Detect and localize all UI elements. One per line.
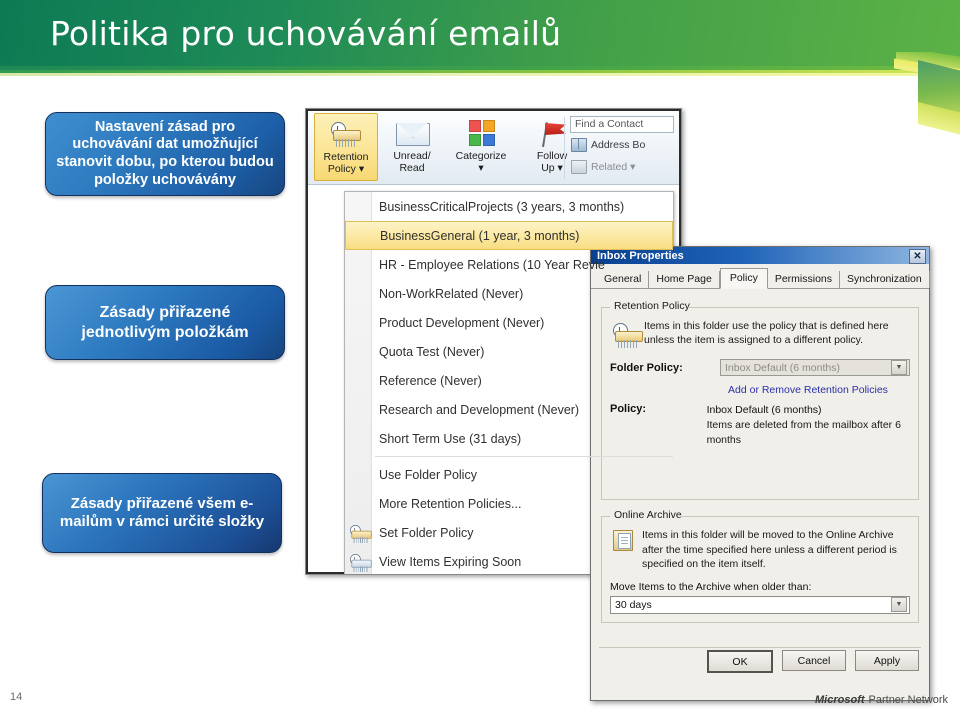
related-icon: [571, 160, 587, 174]
menu-item-label: Use Folder Policy: [379, 467, 477, 482]
close-icon[interactable]: ✕: [909, 249, 926, 264]
outlook-screenshot: Retention Policy ▾ Unread/ Read Categori…: [305, 108, 682, 575]
menu-item-use-folder-policy[interactable]: Use Folder Policy: [345, 460, 673, 489]
dialog-divider: [599, 647, 921, 648]
callout-folder-policies: Zásady přiřazené všem e-mailům v rámci u…: [42, 473, 282, 553]
address-book-icon: [571, 138, 587, 152]
unread-read-label: Unread/ Read: [393, 150, 431, 174]
menu-separator: [375, 456, 673, 457]
move-items-value: 30 days: [615, 598, 652, 611]
retention-policy-button[interactable]: Retention Policy ▾: [314, 113, 378, 181]
menu-item-policy-selected[interactable]: BusinessGeneral (1 year, 3 months): [345, 221, 673, 250]
archive-description: Items in this folder will be moved to th…: [642, 529, 897, 570]
menu-item-label: Short Term Use (31 days): [379, 431, 522, 446]
decorative-ribbon-graphic: [880, 52, 960, 162]
dialog-buttons: OK Cancel Apply: [707, 650, 919, 673]
address-book-label: Address Bo: [591, 139, 646, 151]
header-stripe-3: [0, 73, 960, 76]
menu-item-policy[interactable]: BusinessCriticalProjects (3 years, 3 mon…: [345, 192, 673, 221]
tab-permissions[interactable]: Permissions: [767, 271, 841, 288]
envelope-icon: [394, 117, 430, 149]
related-label: Related ▾: [591, 161, 636, 173]
move-items-label: Move Items to the Archive when older tha…: [610, 580, 812, 593]
address-book-button[interactable]: Address Bo: [571, 138, 645, 152]
menu-item-label: More Retention Policies...: [379, 496, 522, 511]
menu-item-label: Set Folder Policy: [379, 525, 474, 540]
callout-item-policies: Zásady přiřazené jednotlivým položkám: [45, 285, 285, 360]
chevron-down-icon: ▼: [891, 597, 907, 613]
callout-retention-settings: Nastavení zásad pro uchovávání dat umožň…: [45, 112, 285, 196]
outlook-ribbon: Retention Policy ▾ Unread/ Read Categori…: [308, 111, 679, 185]
categorize-button[interactable]: Categorize ▾: [444, 113, 518, 181]
menu-item-policy[interactable]: Short Term Use (31 days): [345, 424, 673, 453]
menu-item-label: BusinessGeneral (1 year, 3 months): [380, 228, 580, 243]
tab-policy[interactable]: Policy: [719, 268, 768, 289]
apply-button[interactable]: Apply: [855, 650, 919, 671]
menu-item-policy[interactable]: Product Development (Never): [345, 308, 673, 337]
tab-synchronization[interactable]: Synchronization: [840, 271, 930, 288]
follow-up-label: Follow Up ▾: [536, 150, 568, 174]
menu-item-set-folder-policy[interactable]: Set Folder Policy: [345, 518, 673, 547]
cancel-button[interactable]: Cancel: [782, 650, 846, 671]
menu-item-view-items-expiring-soon[interactable]: View Items Expiring Soon: [345, 547, 673, 574]
categorize-icon: [463, 117, 499, 149]
menu-item-policy[interactable]: HR - Employee Relations (10 Year Revie: [345, 250, 673, 279]
retention-policy-icon: [347, 521, 372, 543]
menu-item-policy[interactable]: Quota Test (Never): [345, 337, 673, 366]
add-remove-retention-policies-link[interactable]: Add or Remove Retention Policies: [728, 384, 910, 396]
menu-item-policy[interactable]: Research and Development (Never): [345, 395, 673, 424]
expiring-items-icon: [347, 550, 372, 572]
menu-item-label: Reference (Never): [379, 373, 482, 388]
menu-item-label: HR - Employee Relations (10 Year Revie: [379, 257, 605, 272]
retention-description: Items in this folder use the policy that…: [644, 320, 889, 347]
folder-policy-value: Inbox Default (6 months): [725, 361, 840, 374]
menu-item-label: Research and Development (Never): [379, 402, 580, 417]
brand-suffix: Partner Network: [868, 694, 948, 706]
menu-item-label: Product Development (Never): [379, 315, 545, 330]
brand-name: Microsoft: [815, 694, 865, 706]
menu-item-policy[interactable]: Reference (Never): [345, 366, 673, 395]
retention-policy-menu: BusinessCriticalProjects (3 years, 3 mon…: [344, 191, 674, 574]
menu-item-more-retention-policies[interactable]: More Retention Policies...: [345, 489, 673, 518]
unread-read-button[interactable]: Unread/ Read: [380, 113, 444, 181]
page-number: 14: [10, 691, 23, 703]
policy-value: Inbox Default (6 months): [706, 404, 822, 417]
menu-item-label: BusinessCriticalProjects (3 years, 3 mon…: [379, 199, 625, 214]
ribbon-separator: [564, 117, 565, 179]
retention-policy-label: Retention Policy ▾: [323, 151, 369, 175]
menu-item-label: View Items Expiring Soon: [379, 554, 522, 569]
categorize-label: Categorize ▾: [455, 150, 507, 174]
move-items-select[interactable]: 30 days ▼: [610, 595, 910, 614]
folder-policy-select[interactable]: Inbox Default (6 months) ▼: [720, 359, 910, 377]
menu-item-label: Non-WorkRelated (Never): [379, 286, 524, 301]
chevron-down-icon: ▼: [891, 360, 907, 376]
policy-detail: Items are deleted from the mailbox after…: [706, 419, 901, 446]
menu-item-policy[interactable]: Non-WorkRelated (Never): [345, 279, 673, 308]
find-a-contact-input[interactable]: Find a Contact: [570, 116, 674, 133]
retention-policy-icon: [328, 118, 364, 150]
page-title: Politika pro uchovávání emailů: [50, 14, 562, 53]
slide-header: Politika pro uchovávání emailů: [0, 0, 960, 72]
menu-item-label: Quota Test (Never): [379, 344, 485, 359]
related-button[interactable]: Related ▾: [571, 160, 635, 174]
microsoft-partner-network-logo: Microsoft Partner Network: [815, 694, 948, 706]
ok-button[interactable]: OK: [707, 650, 773, 673]
